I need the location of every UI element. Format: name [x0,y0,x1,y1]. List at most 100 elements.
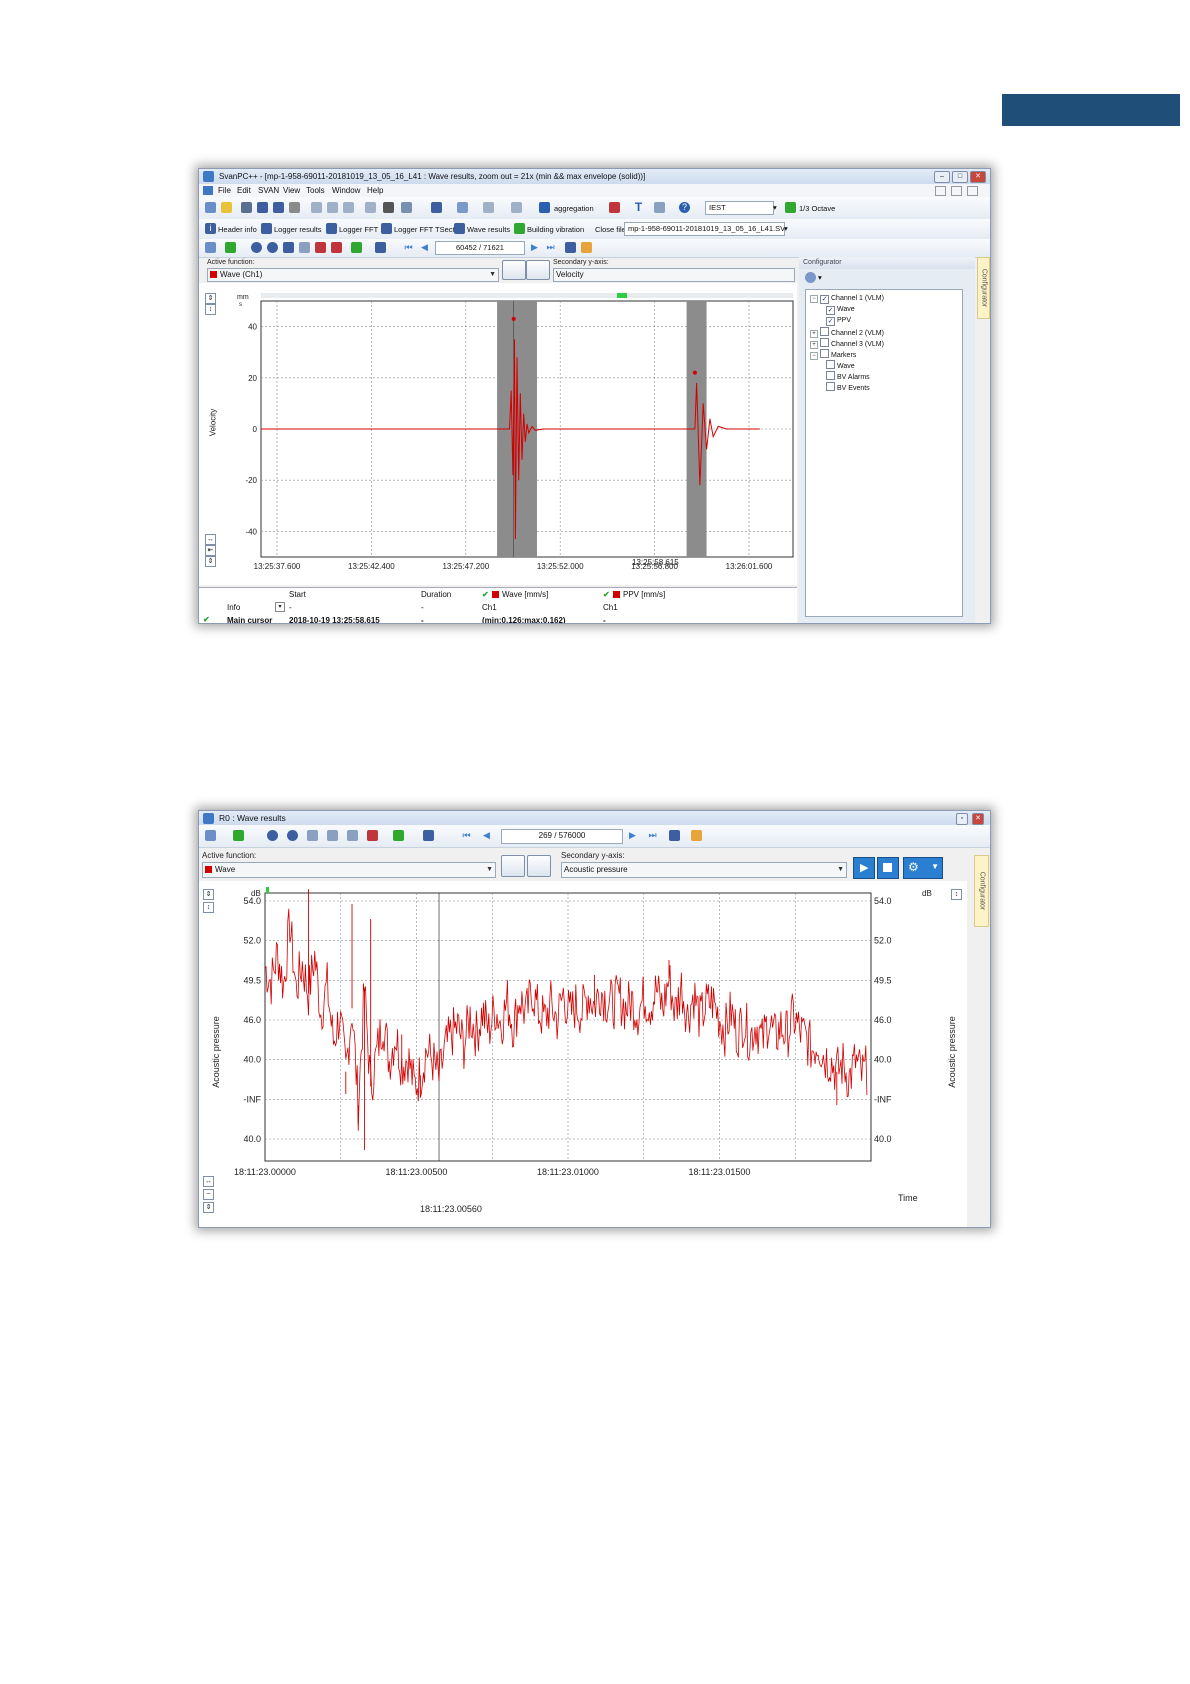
report-icon[interactable] [431,202,442,213]
menu-file[interactable]: File [218,186,231,195]
paste-icon[interactable] [343,202,354,213]
tree-item[interactable]: − Markers [810,349,856,360]
export-icon[interactable] [351,242,362,253]
next-icon[interactable]: ▶ [529,242,540,253]
checkbox[interactable] [820,327,829,336]
wave-results-button[interactable]: Wave results [467,225,510,234]
options-icon[interactable] [423,830,434,841]
zoom-all-icon[interactable] [367,830,378,841]
save-icon[interactable] [257,202,268,213]
tree-item[interactable]: BV Alarms [826,371,870,381]
chart-icon[interactable] [457,202,468,213]
expander-icon[interactable]: + [810,330,818,338]
acoustic-wave-chart[interactable]: 54.0 54.0 52.0 52.0 49.5 49.5 46.0 46.0 40.0 40.0… [199,881,967,1227]
zoom-y-icon[interactable] [299,242,310,253]
tree-item[interactable]: + Channel 2 (VLM) [810,327,884,338]
tree-item[interactable]: ✓ Wave [826,305,855,315]
secondary-axis-select[interactable]: Acoustic pressure ▼ [561,862,847,878]
zoom-fit-icon[interactable] [307,830,318,841]
menu-svan[interactable]: SVAN [258,186,279,195]
help-icon[interactable]: ? [679,202,690,213]
active-function-select[interactable]: Wave ▼ [202,862,496,878]
zoom-in-icon[interactable] [267,830,278,841]
configurator-tab[interactable]: Configurator [974,855,989,927]
spectrum-icon[interactable] [233,830,244,841]
text-icon[interactable]: T [633,201,644,213]
tree-item[interactable]: Wave [826,360,855,370]
last-icon[interactable]: ⏭ [545,242,556,253]
copy-icon[interactable] [327,202,338,213]
checkbox[interactable] [826,360,835,369]
expander-icon[interactable]: + [810,341,818,349]
print-preview-icon[interactable] [289,202,300,213]
refresh-icon[interactable] [365,202,376,213]
last-icon[interactable]: ⏭ [647,830,658,841]
calc-icon[interactable] [483,202,494,213]
menu-edit[interactable]: Edit [237,186,251,195]
open-folder-icon[interactable] [221,202,232,213]
zoom-reset-icon[interactable] [347,830,358,841]
settings-icon[interactable] [654,202,665,213]
table-icon[interactable] [565,242,576,253]
mdi-minimize-button[interactable] [935,186,946,196]
zoom-fit-icon[interactable] [283,242,294,253]
chevron-down-icon[interactable]: ▾ [818,273,822,282]
secondary-axis-select[interactable]: Velocity [553,268,795,282]
table-icon[interactable] [669,830,680,841]
marker-icon[interactable] [691,830,702,841]
tree-item[interactable]: ✓ PPV [826,316,851,326]
record-counter[interactable]: 269 / 576000 [501,829,623,844]
edit-icon[interactable] [511,202,522,213]
logger-fft-tsect-button[interactable]: Logger FFT TSect [394,225,455,234]
logger-fft-button[interactable]: Logger FFT [339,225,378,234]
checkbox[interactable] [820,338,829,347]
save-as-icon[interactable] [273,202,284,213]
record-counter[interactable]: 60452 / 71621 [435,241,525,255]
prev-icon[interactable]: ◀ [419,242,430,253]
aggregation-icon[interactable] [539,202,550,213]
info-dropdown-icon[interactable]: ▾ [275,602,285,612]
zoom-reset-icon[interactable] [315,242,326,253]
file-dropdown-icon[interactable]: ▾ [784,224,788,233]
zoom-in-icon[interactable] [251,242,262,253]
menu-help[interactable]: Help [367,186,383,195]
building-vibration-button[interactable]: Building vibration [527,225,584,234]
tool-icon[interactable] [401,202,412,213]
cursor-step-button[interactable] [527,855,551,877]
checkbox[interactable]: ✓ [826,317,835,326]
minimize-button[interactable]: – [934,171,950,183]
print-icon[interactable] [241,202,252,213]
next-icon[interactable]: ▶ [627,830,638,841]
tree-item[interactable]: − ✓ Channel 1 (VLM) [810,294,884,304]
configurator-tab[interactable]: Configurator [977,257,990,319]
play-button[interactable]: ▶ [853,857,875,879]
grid-icon[interactable] [205,830,216,841]
zoom-out-icon[interactable] [287,830,298,841]
first-icon[interactable]: ⏮ [403,242,414,253]
maximize-button[interactable]: □ [952,171,968,183]
zoom-all-icon[interactable] [331,242,342,253]
cursor-mode-button[interactable] [501,855,525,877]
octave-label[interactable]: 1/3 Octave [799,204,835,213]
export-icon[interactable] [393,830,404,841]
restore-button[interactable]: ▫ [956,813,968,825]
expander-icon[interactable]: − [810,352,818,360]
mdi-close-button[interactable] [967,186,978,196]
zoom-y-icon[interactable] [327,830,338,841]
spectrum-icon[interactable] [225,242,236,253]
menu-tools[interactable]: Tools [306,186,325,195]
configurator-settings-icon[interactable] [805,272,816,283]
menu-window[interactable]: Window [332,186,360,195]
close-file-button[interactable]: Close file [595,225,626,234]
tree-item[interactable]: + Channel 3 (VLM) [810,338,884,349]
options-icon[interactable] [375,242,386,253]
checkbox[interactable] [826,382,835,391]
first-icon[interactable]: ⏮ [461,830,472,841]
checkbox[interactable] [820,349,829,358]
settings-dropdown-button[interactable]: ⚙ ▼ [903,857,943,879]
active-function-select[interactable]: Wave (Ch1) ▼ [207,268,499,282]
cut-icon[interactable] [311,202,322,213]
close-button[interactable]: ✕ [970,171,986,183]
stop-button[interactable] [877,857,899,879]
checkbox[interactable]: ✓ [820,295,829,304]
